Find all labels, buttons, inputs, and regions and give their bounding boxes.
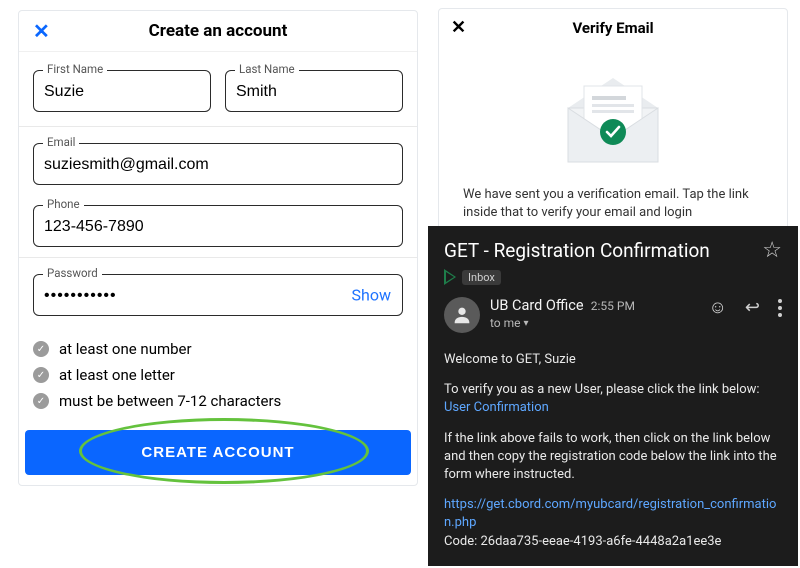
password-requirements: ✓at least one number ✓at least one lette… xyxy=(19,326,417,430)
first-name-field[interactable]: First Name xyxy=(33,70,211,112)
email-panel: GET - Registration Confirmation ☆ Inbox … xyxy=(428,226,798,566)
last-name-input[interactable] xyxy=(225,70,403,112)
url-code-block: https://get.cbord.com/myubcard/registrat… xyxy=(444,496,782,551)
recipients[interactable]: to me ▾ xyxy=(490,316,699,330)
subject-row: GET - Registration Confirmation ☆ xyxy=(444,238,782,263)
verify-email-panel: ✕ Verify Email We have sent you a verifi… xyxy=(438,8,788,240)
email-subject: GET - Registration Confirmation xyxy=(444,239,710,262)
avatar-icon[interactable] xyxy=(444,297,480,333)
req-number: ✓at least one number xyxy=(33,340,403,358)
verify-title: Verify Email xyxy=(471,19,755,37)
last-name-field[interactable]: Last Name xyxy=(225,70,403,112)
reply-icon[interactable]: ↩ xyxy=(745,297,760,318)
phone-input[interactable] xyxy=(33,205,403,247)
check-icon: ✓ xyxy=(33,341,49,357)
label-row: Inbox xyxy=(444,269,782,285)
registration-url-link[interactable]: https://get.cbord.com/myubcard/registrat… xyxy=(444,497,776,530)
password-field[interactable]: Password Show xyxy=(33,274,403,316)
first-name-label: First Name xyxy=(43,62,107,76)
sender-row: UB Card Office 2:55 PM to me ▾ ☺ ↩ xyxy=(444,297,782,333)
confirmation-link[interactable]: User Confirmation xyxy=(444,400,549,415)
close-icon[interactable]: ✕ xyxy=(33,19,53,43)
name-row: First Name Last Name xyxy=(19,52,417,126)
envelope-icon xyxy=(548,60,678,170)
fallback-text: If the link above fails to work, then cl… xyxy=(444,430,782,485)
phone-field[interactable]: Phone xyxy=(33,205,403,247)
last-name-label: Last Name xyxy=(235,62,299,76)
contact-section: Email Phone xyxy=(19,127,417,257)
password-label: Password xyxy=(43,266,102,280)
create-titlebar: ✕ Create an account xyxy=(19,11,417,52)
create-title: Create an account xyxy=(53,21,383,41)
password-section: Password Show xyxy=(19,258,417,326)
more-icon[interactable] xyxy=(778,299,782,317)
instruction-block: To verify you as a new User, please clic… xyxy=(444,381,782,417)
req-length: ✓must be between 7-12 characters xyxy=(33,392,403,410)
greeting: Welcome to GET, Suzie xyxy=(444,351,782,369)
email-body: Welcome to GET, Suzie To verify you as a… xyxy=(444,351,782,551)
sender-name: UB Card Office xyxy=(490,297,584,314)
phone-label: Phone xyxy=(43,197,84,211)
envelope-illustration xyxy=(439,46,787,180)
req-letter: ✓at least one letter xyxy=(33,366,403,384)
important-icon[interactable] xyxy=(444,269,456,285)
first-name-input[interactable] xyxy=(33,70,211,112)
email-field[interactable]: Email xyxy=(33,143,403,185)
chevron-down-icon: ▾ xyxy=(524,318,529,329)
email-label: Email xyxy=(43,135,79,149)
create-button-wrap: CREATE ACCOUNT xyxy=(19,430,417,485)
show-password-button[interactable]: Show xyxy=(352,286,391,305)
email-time: 2:55 PM xyxy=(591,299,635,313)
star-icon[interactable]: ☆ xyxy=(762,238,782,263)
instruction-text: To verify you as a new User, please clic… xyxy=(444,382,760,397)
password-input[interactable] xyxy=(33,274,403,316)
emoji-icon[interactable]: ☺ xyxy=(709,297,727,318)
create-account-panel: ✕ Create an account First Name Last Name… xyxy=(18,10,418,486)
check-icon: ✓ xyxy=(33,393,49,409)
sender-block: UB Card Office 2:55 PM to me ▾ xyxy=(490,297,699,330)
check-icon: ✓ xyxy=(33,367,49,383)
verify-titlebar: ✕ Verify Email xyxy=(439,9,787,46)
email-input[interactable] xyxy=(33,143,403,185)
close-icon[interactable]: ✕ xyxy=(451,17,471,38)
inbox-tag[interactable]: Inbox xyxy=(462,270,501,285)
registration-code: Code: 26daa735-eeae-4193-a6fe-4448a2a1ee… xyxy=(444,534,721,549)
create-account-button[interactable]: CREATE ACCOUNT xyxy=(25,430,411,475)
email-actions: ☺ ↩ xyxy=(709,297,782,318)
verify-text: We have sent you a verification email. T… xyxy=(439,180,787,225)
